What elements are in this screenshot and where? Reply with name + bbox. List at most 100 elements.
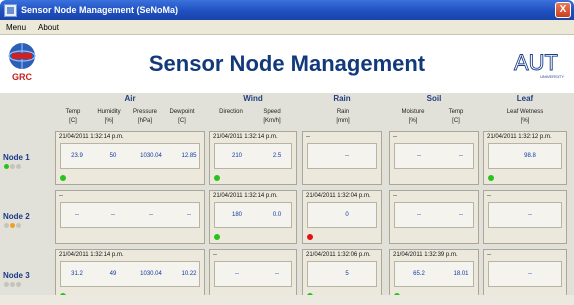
panel-timestamp: 21/04/2011 1:32:04 p.m. [306,193,371,199]
sensor-value: 31.2 [71,271,83,277]
sensor-value: 12.85 [181,153,197,159]
panel-air: -- -- -- -- -- [55,190,205,244]
panel-timestamp: 21/04/2011 1:32:14 p.m. [59,134,124,140]
sensor-value: 49 [109,271,117,277]
panel-value-box: 5 [307,261,377,287]
aut-logo-subtext: UNIVERSITY [540,74,564,79]
sensor-value: 18.01 [453,271,469,277]
column-humidity: Humidity [%] [97,109,121,124]
panel-timestamp: -- [306,134,310,140]
status-dot-icon [16,282,21,287]
panel-value-box: -- -- [394,202,474,228]
panel-leaf: 21/04/2011 1:32:12 p.m. 98.8 [483,131,567,185]
group-air-heading: Air [124,94,136,103]
group-wind-heading: Wind [243,94,263,103]
panel-value-box: 23.9 50 1030.04 12.85 [60,143,200,169]
panel-timestamp: 21/04/2011 1:32:12 p.m. [487,134,552,140]
panel-value-box: 65.2 18.01 [394,261,474,287]
node-status-indicator [4,282,21,287]
panel-leaf: -- -- [483,190,567,244]
sensor-value: -- [149,212,153,218]
node-label: Node 1 [3,153,30,162]
status-dot-icon [4,223,9,228]
sensor-value: 0 [345,212,349,218]
panel-value-box: -- -- -- -- [60,202,200,228]
sensor-value: 50 [109,153,117,159]
sensor-value: -- [528,212,532,218]
column-leaf-wetness: Leaf Wetness [%] [506,109,544,124]
sensor-value: -- [111,212,115,218]
menu-bar: Menu About [0,20,574,35]
node-status-indicator [4,223,21,228]
panel-air: 21/04/2011 1:32:14 p.m. 23.9 50 1030.04 12.8… [55,131,205,185]
menu-item-about[interactable]: About [38,23,59,32]
column-moisture: Moisture [%] [401,109,425,124]
window-title: Sensor Node Management (SeNoMa) [21,5,179,15]
sensor-value: 5 [345,271,349,277]
column-direction: Direction [219,109,243,115]
panel-soil: -- -- -- [389,131,479,185]
sensor-value: -- [459,212,463,218]
panel-value-box: -- -- [394,143,474,169]
panel-value-box: 180 0.0 [214,202,292,228]
sensor-value: -- [417,153,421,159]
aut-logo-text: AUT [514,50,558,75]
panel-timestamp: 21/04/2011 1:32:06 p.m. [306,252,371,258]
panel-timestamp: 21/04/2011 1:32:14 p.m. [213,134,278,140]
app-header: GRC Sensor Node Management AUT UNIVERSIT… [0,36,574,96]
status-led-icon [488,175,494,181]
sensor-value: -- [75,212,79,218]
sensor-value: -- [345,153,349,159]
group-rain-heading: Rain [333,94,351,103]
panel-rain: -- -- [302,131,382,185]
status-dot-icon [16,164,21,169]
panel-value-box: -- [307,143,377,169]
panel-wind: 21/04/2011 1:32:14 p.m. 180 0.0 [209,190,297,244]
sensor-value: 65.2 [413,271,425,277]
node-label: Node 3 [3,271,30,280]
panel-timestamp: 21/04/2011 1:32:14 p.m. [59,252,124,258]
panel-value-box: -- [488,202,562,228]
panel-value-box: 210 2.5 [214,143,292,169]
panel-timestamp: -- [59,193,63,199]
window-titlebar: Sensor Node Management (SeNoMa) X [0,0,574,20]
page-title: Sensor Node Management [148,51,426,76]
group-leaf-heading: Leaf [516,94,534,103]
status-led-icon [60,175,66,181]
panel-rain: 21/04/2011 1:32:04 p.m. 0 [302,190,382,244]
sensor-value: 0.0 [272,212,282,218]
node-status-indicator [4,164,21,169]
window-app-icon [4,3,17,17]
sensor-value: -- [417,212,421,218]
sensor-value: -- [235,271,239,277]
status-dot-icon [4,282,9,287]
status-dot-icon [10,223,15,228]
status-dot-icon [4,164,9,169]
column-temp: Temp [C] [65,109,81,124]
column-dewpoint: Dewpoint [C] [169,109,195,124]
close-button[interactable]: X [555,2,571,18]
panel-timestamp: -- [393,193,397,199]
sensor-value: 2.5 [272,153,282,159]
sensor-value: 210 [231,153,242,159]
status-led-icon [214,175,220,181]
menu-item-menu[interactable]: Menu [6,23,26,32]
panel-value-box: 31.2 49 1030.04 10.22 [60,261,200,287]
sensor-value: -- [459,153,463,159]
sensor-value: 1030.04 [140,271,162,277]
node-label: Node 2 [3,212,30,221]
sensor-value: 180 [231,212,242,218]
sensor-value: 1030.04 [140,153,162,159]
sensor-value: 10.22 [181,271,197,277]
status-dot-icon [10,282,15,287]
sensor-value: -- [187,212,191,218]
panel-value-box: -- [488,261,562,287]
panel-timestamp: 21/04/2011 1:32:39 p.m. [393,252,458,258]
sensor-value: -- [528,271,532,277]
panel-wind: 21/04/2011 1:32:14 p.m. 210 2.5 [209,131,297,185]
aut-logo-icon: AUT UNIVERSITY [514,50,565,79]
panel-soil: -- -- -- [389,190,479,244]
panel-timestamp: 21/04/2011 1:32:14 p.m. [213,193,278,199]
column-speed: Speed [Km/h] [263,109,281,124]
panel-timestamp: -- [393,134,397,140]
